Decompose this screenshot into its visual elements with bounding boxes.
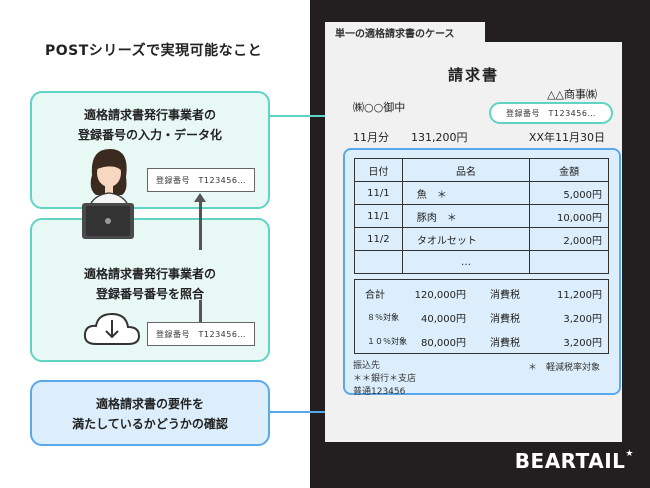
cell-price — [529, 250, 609, 274]
page-heading: POSTシリーズで実現可能なこと — [45, 43, 263, 59]
invoice-totals: 合計 120,000円 消費税 11,200円 ８％対象 40,000円 消費税… — [354, 279, 609, 354]
invoice-recipient: ㈱○○御中 — [353, 101, 406, 114]
column-header: 品名 — [401, 158, 531, 182]
invoice-table-frame: 日付 品名 金額 11/1 魚 ＊ 5,000円 11/1 豚肉 ＊ 10,00… — [343, 148, 621, 395]
totals-label: １０％対象 — [367, 337, 407, 346]
step-text-line: 適格請求書の要件を — [95, 397, 204, 411]
cell-date: 11/1 — [354, 181, 403, 205]
step-text-line: 登録番号の入力・データ化 — [77, 128, 222, 142]
document-tab: 単一の適格請求書のケース — [325, 22, 485, 42]
invoice-issuer: △△商事㈱ — [547, 88, 597, 101]
totals-value: 80,000円 — [421, 338, 466, 349]
office-worker-laptop-icon — [78, 145, 138, 240]
table-row: … — [354, 250, 609, 274]
step-text-line: 登録番号番号を照合 — [95, 287, 204, 301]
table-row: 11/1 豚肉 ＊ 10,000円 — [354, 204, 609, 228]
cell-price: 2,000円 — [529, 227, 609, 251]
bank-info: 振込先 ＊＊銀行＊支店 普通123456 — [353, 360, 416, 399]
cell-price: 5,000円 — [529, 181, 609, 205]
step-text-line: 満たしているかどうかの確認 — [72, 417, 228, 431]
invoice-items-table: 日付 品名 金額 11/1 魚 ＊ 5,000円 11/1 豚肉 ＊ 10,00… — [354, 158, 609, 274]
invoice-title: 請求書 — [447, 66, 499, 84]
brand-logo: BEARTAIL★ — [515, 449, 634, 473]
invoice-date: XX年11月30日 — [528, 131, 605, 144]
reduced-tax-note: ＊ 軽減税率対象 — [527, 363, 600, 373]
cell-price: 10,000円 — [529, 204, 609, 228]
table-header-row: 日付 品名 金額 — [354, 158, 609, 182]
totals-value: 120,000円 — [414, 290, 466, 301]
tax-label: 消費税 — [490, 314, 520, 325]
totals-label: ８％対象 — [367, 313, 399, 322]
bank-branch: ＊＊銀行＊支店 — [353, 374, 417, 384]
invoice-amount: 131,200円 — [411, 131, 468, 144]
totals-row: ８％対象 40,000円 消費税 3,200円 — [355, 310, 610, 330]
tax-value: 3,200円 — [563, 338, 602, 349]
column-header: 日付 — [354, 158, 403, 182]
connector-line — [199, 300, 202, 322]
star-icon: ★ — [625, 449, 634, 459]
totals-value: 40,000円 — [421, 314, 466, 325]
brand-name: BEARTAIL — [514, 449, 626, 473]
cloud-download-icon — [82, 310, 142, 350]
cell-name: … — [401, 250, 531, 274]
cell-date: 11/2 — [354, 227, 403, 251]
cell-name: 豚肉 ＊ — [401, 204, 531, 228]
tax-label: 消費税 — [490, 338, 520, 349]
tax-value: 11,200円 — [557, 290, 602, 301]
totals-row: 合計 120,000円 消費税 11,200円 — [355, 286, 610, 306]
registration-number-box: 登録番号 T123456… — [147, 322, 255, 346]
step-requirements-check: 適格請求書の要件を 満たしているかどうかの確認 — [30, 380, 270, 446]
totals-label: 合計 — [365, 290, 385, 301]
registration-number-box: 登録番号 T123456… — [147, 168, 255, 192]
invoice-document: 請求書 △△商事㈱ ㈱○○御中 登録番号 T123456… 11月分 131,2… — [325, 42, 622, 442]
arrow-up-icon — [199, 198, 202, 250]
tax-value: 3,200円 — [563, 314, 602, 325]
invoice-month: 11月分 — [353, 131, 389, 144]
column-header: 金額 — [529, 158, 609, 182]
bank-title: 振込先 — [353, 361, 381, 371]
bank-account: 普通123456 — [353, 387, 406, 397]
cell-name: タオルセット — [401, 227, 531, 251]
cell-date: 11/1 — [354, 204, 403, 228]
invoice-registration-number: 登録番号 T123456… — [489, 102, 613, 124]
tax-label: 消費税 — [490, 290, 520, 301]
table-row: 11/1 魚 ＊ 5,000円 — [354, 181, 609, 205]
step-text-line: 適格請求書発行事業者の — [83, 108, 216, 122]
cell-date — [354, 250, 403, 274]
table-row: 11/2 タオルセット 2,000円 — [354, 227, 609, 251]
cell-name: 魚 ＊ — [401, 181, 531, 205]
step-text-line: 適格請求書発行事業者の — [83, 267, 216, 281]
arrow-up-icon-head — [194, 193, 206, 202]
totals-row: １０％対象 80,000円 消費税 3,200円 — [355, 334, 610, 354]
